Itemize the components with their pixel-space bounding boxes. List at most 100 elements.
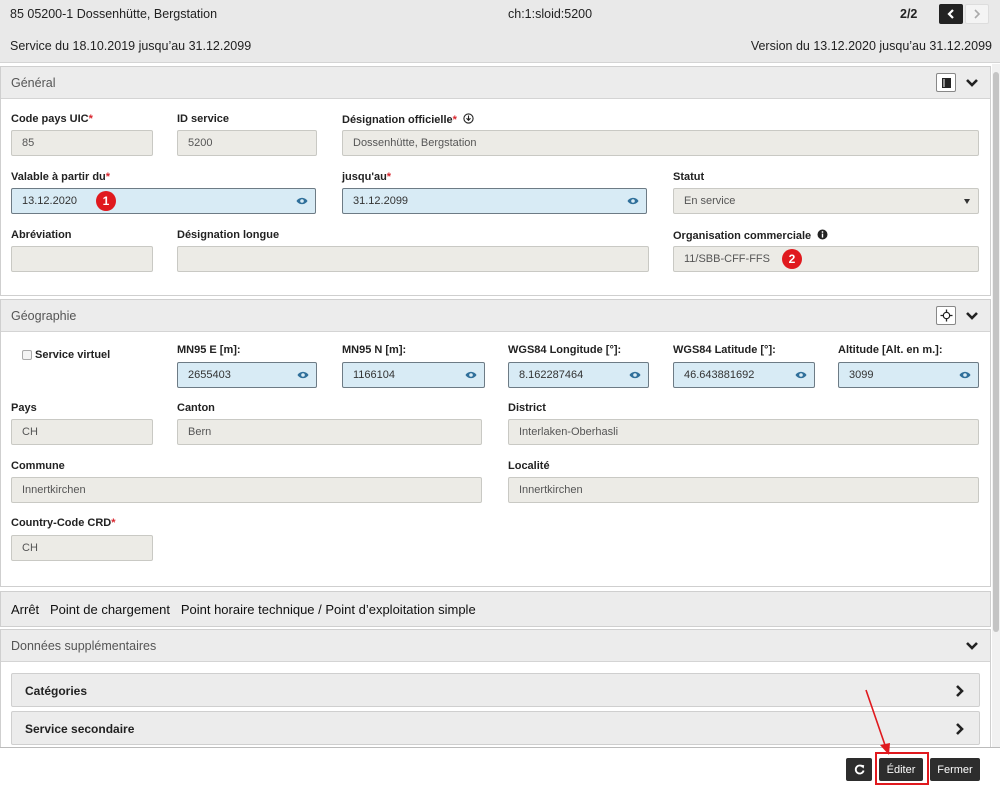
next-version-button[interactable]	[965, 4, 989, 24]
geographie-panel: Géographie Service virtuel MN95 E [m]: 2…	[0, 299, 991, 587]
chevron-down-icon[interactable]	[964, 75, 980, 91]
org-commerciale-label: Organisation commerciale	[673, 229, 828, 242]
designation-officielle-field[interactable]: Dossenhütte, Bergstation	[342, 130, 979, 156]
district-field[interactable]: Interlaken-Oberhasli	[508, 419, 979, 445]
designation-officielle-label: Désignation officielle*	[342, 113, 474, 126]
service-secondaire-title: Service secondaire	[25, 722, 135, 736]
fermer-button[interactable]: Fermer	[930, 758, 980, 781]
general-panel: Général Code pays UIC* 85 ID service 520…	[0, 66, 991, 296]
geographie-panel-header[interactable]: Géographie	[1, 300, 990, 332]
wgs-lon-field[interactable]: 8.162287464	[508, 362, 649, 388]
country-code-label: Country-Code CRD*	[11, 517, 116, 529]
service-virtuel-label: Service virtuel	[35, 349, 111, 361]
donnees-panel-title: Données supplémentaires	[11, 639, 157, 653]
chevron-down-icon[interactable]	[964, 638, 980, 654]
annotation-badge-1: 1	[96, 191, 116, 211]
tab-point-de-chargement[interactable]: Point de chargement	[50, 602, 170, 617]
localite-label: Localité	[508, 460, 550, 472]
info-icon[interactable]	[817, 229, 828, 240]
annotation-highlight-box	[875, 752, 929, 785]
valable-date-field[interactable]: 13.12.2020	[11, 188, 316, 214]
commune-label: Commune	[11, 460, 65, 472]
eye-icon[interactable]	[297, 370, 309, 380]
country-code-field[interactable]: CH	[11, 535, 153, 561]
donnees-panel: Données supplémentaires Catégories Servi…	[0, 629, 991, 747]
statut-label: Statut	[673, 171, 705, 183]
altitude-label: Altitude [Alt. en m.]:	[838, 344, 943, 356]
mn95n-field[interactable]: 1166104	[342, 362, 485, 388]
id-service-field[interactable]: 5200	[177, 130, 317, 156]
id-service-label: ID service	[177, 113, 229, 125]
pays-field[interactable]: CH	[11, 419, 153, 445]
statut-value: En service	[684, 195, 736, 207]
district-label: District	[508, 402, 546, 414]
abreviation-label: Abréviation	[11, 229, 72, 241]
wgs-lat-value: 46.643881692	[684, 369, 755, 381]
service-period: Service du 18.10.2019 jusqu’au 31.12.209…	[10, 39, 252, 53]
donnees-panel-header[interactable]: Données supplémentaires	[1, 630, 990, 662]
code-pays-field[interactable]: 85	[11, 130, 153, 156]
chevron-right-icon	[974, 9, 981, 19]
types-links: Arrêt Point de chargement Point horaire …	[11, 602, 476, 617]
eye-icon[interactable]	[465, 370, 477, 380]
types-bar: Arrêt Point de chargement Point horaire …	[0, 591, 991, 627]
chevron-right-icon	[956, 685, 964, 697]
abreviation-field[interactable]	[11, 246, 153, 272]
wgs-lat-field[interactable]: 46.643881692	[673, 362, 815, 388]
previous-version-button[interactable]	[939, 4, 963, 24]
vertical-scrollbar[interactable]	[992, 64, 1000, 747]
revision-button[interactable]	[846, 758, 872, 781]
pays-label: Pays	[11, 402, 37, 414]
commune-field[interactable]: Innertkirchen	[11, 477, 482, 503]
wgs-lon-value: 8.162287464	[519, 369, 584, 381]
service-virtuel-checkbox[interactable]	[22, 350, 32, 360]
chevron-down-icon[interactable]	[964, 308, 980, 324]
wgs-lon-label: WGS84 Longitude [°]:	[508, 344, 622, 356]
altitude-field[interactable]: 3099	[838, 362, 979, 388]
designation-longue-label: Désignation longue	[177, 229, 280, 241]
book-icon	[941, 77, 951, 88]
download-circle-icon[interactable]	[463, 113, 474, 124]
mn95e-label: MN95 E [m]:	[177, 344, 241, 356]
scrollbar-thumb[interactable]	[993, 72, 999, 632]
jusquau-date-value: 31.12.2099	[353, 195, 409, 207]
eye-icon[interactable]	[959, 370, 971, 380]
altitude-value: 3099	[849, 369, 874, 381]
general-panel-header[interactable]: Général	[1, 67, 990, 99]
version-period: Version du 13.12.2020 jusqu’au 31.12.209…	[750, 39, 992, 53]
annotation-badge-2: 2	[782, 249, 802, 269]
mn95e-field[interactable]: 2655403	[177, 362, 317, 388]
tab-arret[interactable]: Arrêt	[11, 602, 39, 617]
general-panel-title: Général	[11, 76, 56, 90]
tab-point-horaire-technique[interactable]: Point horaire technique / Point d’exploi…	[181, 602, 476, 617]
sloid-label: ch:1:sloid:5200	[508, 7, 593, 21]
eye-icon[interactable]	[795, 370, 807, 380]
service-secondaire-section[interactable]: Service secondaire	[11, 711, 980, 745]
eye-icon[interactable]	[627, 196, 639, 206]
designation-longue-field[interactable]	[177, 246, 649, 272]
eye-icon[interactable]	[296, 196, 308, 206]
record-header: 85 05200-1 Dossenhütte, Bergstation ch:1…	[0, 0, 1000, 63]
detail-scroll-area[interactable]: Général Code pays UIC* 85 ID service 520…	[0, 64, 1000, 747]
categories-section[interactable]: Catégories	[11, 673, 980, 707]
chevron-left-icon	[947, 9, 954, 19]
categories-title: Catégories	[25, 684, 88, 698]
jusquau-date-field[interactable]: 31.12.2099	[342, 188, 647, 214]
book-icon-button[interactable]	[936, 73, 956, 92]
mn95e-value: 2655403	[188, 369, 231, 381]
canton-field[interactable]: Bern	[177, 419, 482, 445]
org-commerciale-field[interactable]: 11/SBB-CFF-FFS	[673, 246, 979, 272]
code-pays-label: Code pays UIC*	[11, 113, 93, 125]
chevron-right-icon	[956, 723, 964, 735]
jusquau-label: jusqu'au*	[342, 171, 392, 183]
mn95n-value: 1166104	[353, 369, 396, 381]
version-counter: 2/2	[900, 7, 918, 21]
caret-down-icon	[964, 199, 970, 204]
eye-icon[interactable]	[629, 370, 641, 380]
crosshair-icon-button[interactable]	[936, 306, 956, 325]
canton-label: Canton	[177, 402, 215, 414]
statut-select[interactable]: En service	[673, 188, 979, 214]
wgs-lat-label: WGS84 Latitude [°]:	[673, 344, 776, 356]
mn95n-label: MN95 N [m]:	[342, 344, 407, 356]
localite-field[interactable]: Innertkirchen	[508, 477, 979, 503]
